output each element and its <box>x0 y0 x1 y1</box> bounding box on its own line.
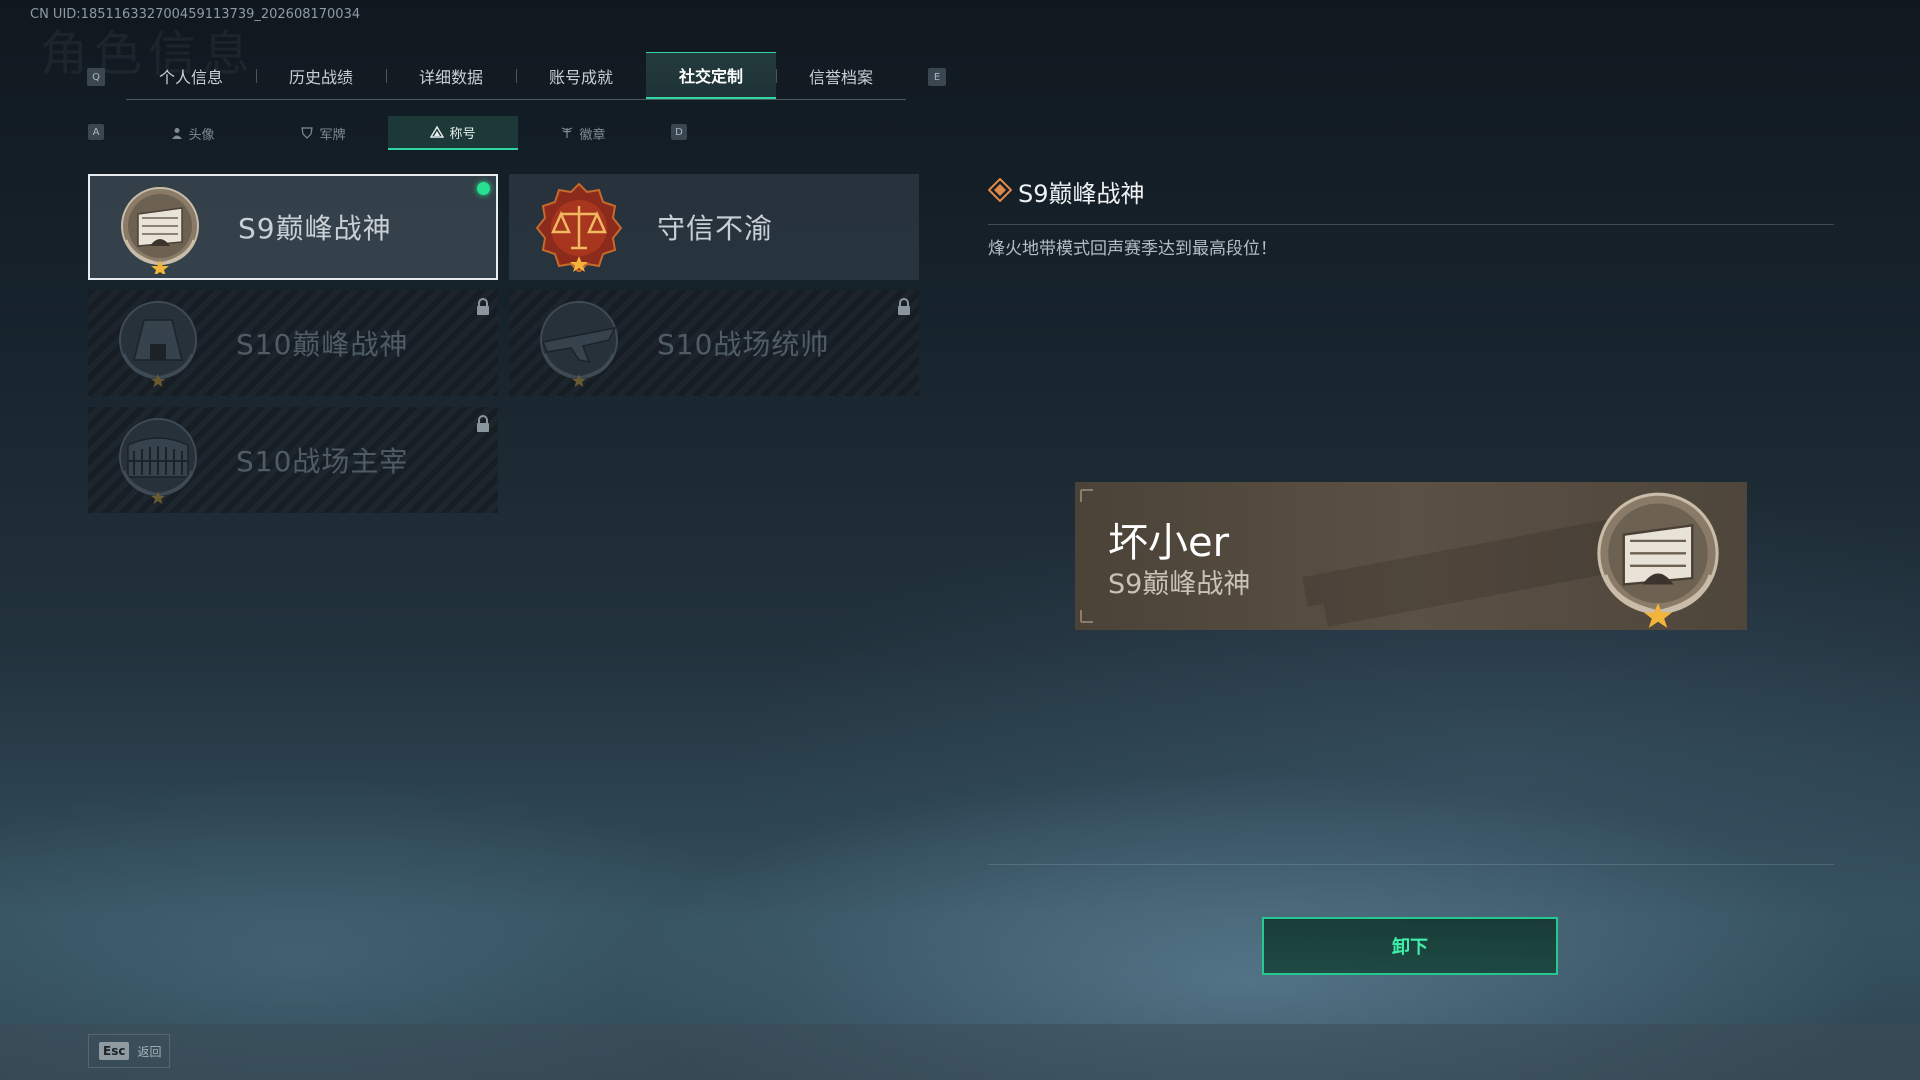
tab-achievements[interactable]: 账号成就 <box>516 52 646 100</box>
lock-icon <box>898 298 910 315</box>
fortress-badge-icon <box>1597 492 1719 628</box>
tab-detailed-data[interactable]: 详细数据 <box>386 52 516 100</box>
colosseum-badge-icon <box>110 415 206 505</box>
triangle-icon <box>430 126 445 138</box>
title-card-s10-battlefield-ruler[interactable]: S10战场主宰 <box>88 407 498 513</box>
tab-history[interactable]: 历史战绩 <box>256 52 386 100</box>
subtab-title[interactable]: 称号 <box>388 116 518 150</box>
key-hint-e[interactable]: E <box>928 68 946 86</box>
tab-label: 历史战绩 <box>288 68 353 87</box>
title-card-s9-peak-god[interactable]: S9巅峰战神 <box>88 174 498 280</box>
detail-divider <box>988 224 1834 225</box>
shield-icon <box>301 127 314 139</box>
footer-bar <box>0 1024 1920 1080</box>
key-hint-q[interactable]: Q <box>87 68 105 86</box>
title-card-label: S10战场统帅 <box>657 328 830 361</box>
fortress-badge-icon <box>112 184 208 276</box>
tab-label: 个人信息 <box>158 68 223 87</box>
title-card-s10-battlefield-marshal[interactable]: S10战场统帅 <box>509 290 919 396</box>
lock-icon <box>477 415 489 432</box>
key-hint-a[interactable]: A <box>88 124 104 140</box>
wing-icon <box>562 127 573 138</box>
lock-icon <box>477 298 489 315</box>
person-icon <box>172 128 183 139</box>
subtab-dogtag[interactable]: 军牌 <box>258 116 388 150</box>
dam-badge-icon <box>110 298 206 388</box>
title-card-label: S10战场主宰 <box>236 445 409 478</box>
key-hint-d[interactable]: D <box>671 124 687 140</box>
subtab-label: 头像 <box>188 127 215 143</box>
unequip-button[interactable]: 卸下 <box>1262 917 1558 975</box>
subtab-label: 徽章 <box>579 127 606 143</box>
detail-description: 烽火地带模式回声赛季达到最高段位！ <box>988 239 1277 259</box>
title-card-label: S9巅峰战神 <box>238 212 392 245</box>
main-tabs: 个人信息 历史战绩 详细数据 账号成就 社交定制 信誉档案 <box>126 52 906 100</box>
tab-personal-info[interactable]: 个人信息 <box>126 52 256 100</box>
back-label: 返回 <box>137 1044 162 1059</box>
aircraft-badge-icon <box>531 298 627 388</box>
subtab-medal[interactable]: 徽章 <box>518 116 648 150</box>
tab-credit-record[interactable]: 信誉档案 <box>776 52 906 100</box>
subtab-label: 军牌 <box>319 127 346 143</box>
tab-label: 详细数据 <box>418 68 483 87</box>
esc-key-hint: Esc <box>99 1042 130 1060</box>
detail-title: S9巅峰战神 <box>1018 180 1145 208</box>
panel-bottom-line <box>988 864 1834 865</box>
scales-badge-icon <box>531 182 627 274</box>
title-card-label: S10巅峰战神 <box>236 328 409 361</box>
subtab-label: 称号 <box>449 126 476 142</box>
title-card-s10-peak-god[interactable]: S10巅峰战神 <box>88 290 498 396</box>
tab-label: 社交定制 <box>678 67 743 86</box>
preview-title: S9巅峰战神 <box>1108 569 1251 600</box>
tab-label: 账号成就 <box>548 68 613 87</box>
subtab-avatar[interactable]: 头像 <box>128 116 258 150</box>
nameplate-preview: 坏小er S9巅峰战神 <box>1075 482 1747 630</box>
diamond-icon <box>988 178 1012 202</box>
tab-social-custom[interactable]: 社交定制 <box>646 52 776 100</box>
tab-label: 信誉档案 <box>808 68 873 87</box>
back-button[interactable]: Esc 返回 <box>88 1034 170 1068</box>
title-card-label: 守信不渝 <box>657 212 774 245</box>
tabs-divider <box>126 99 906 100</box>
title-card-trustworthy[interactable]: 守信不渝 <box>509 174 919 280</box>
equipped-indicator <box>477 182 490 195</box>
preview-player-name: 坏小er <box>1108 520 1230 566</box>
sub-tabs: 头像 军牌 称号 徽章 <box>128 116 648 150</box>
